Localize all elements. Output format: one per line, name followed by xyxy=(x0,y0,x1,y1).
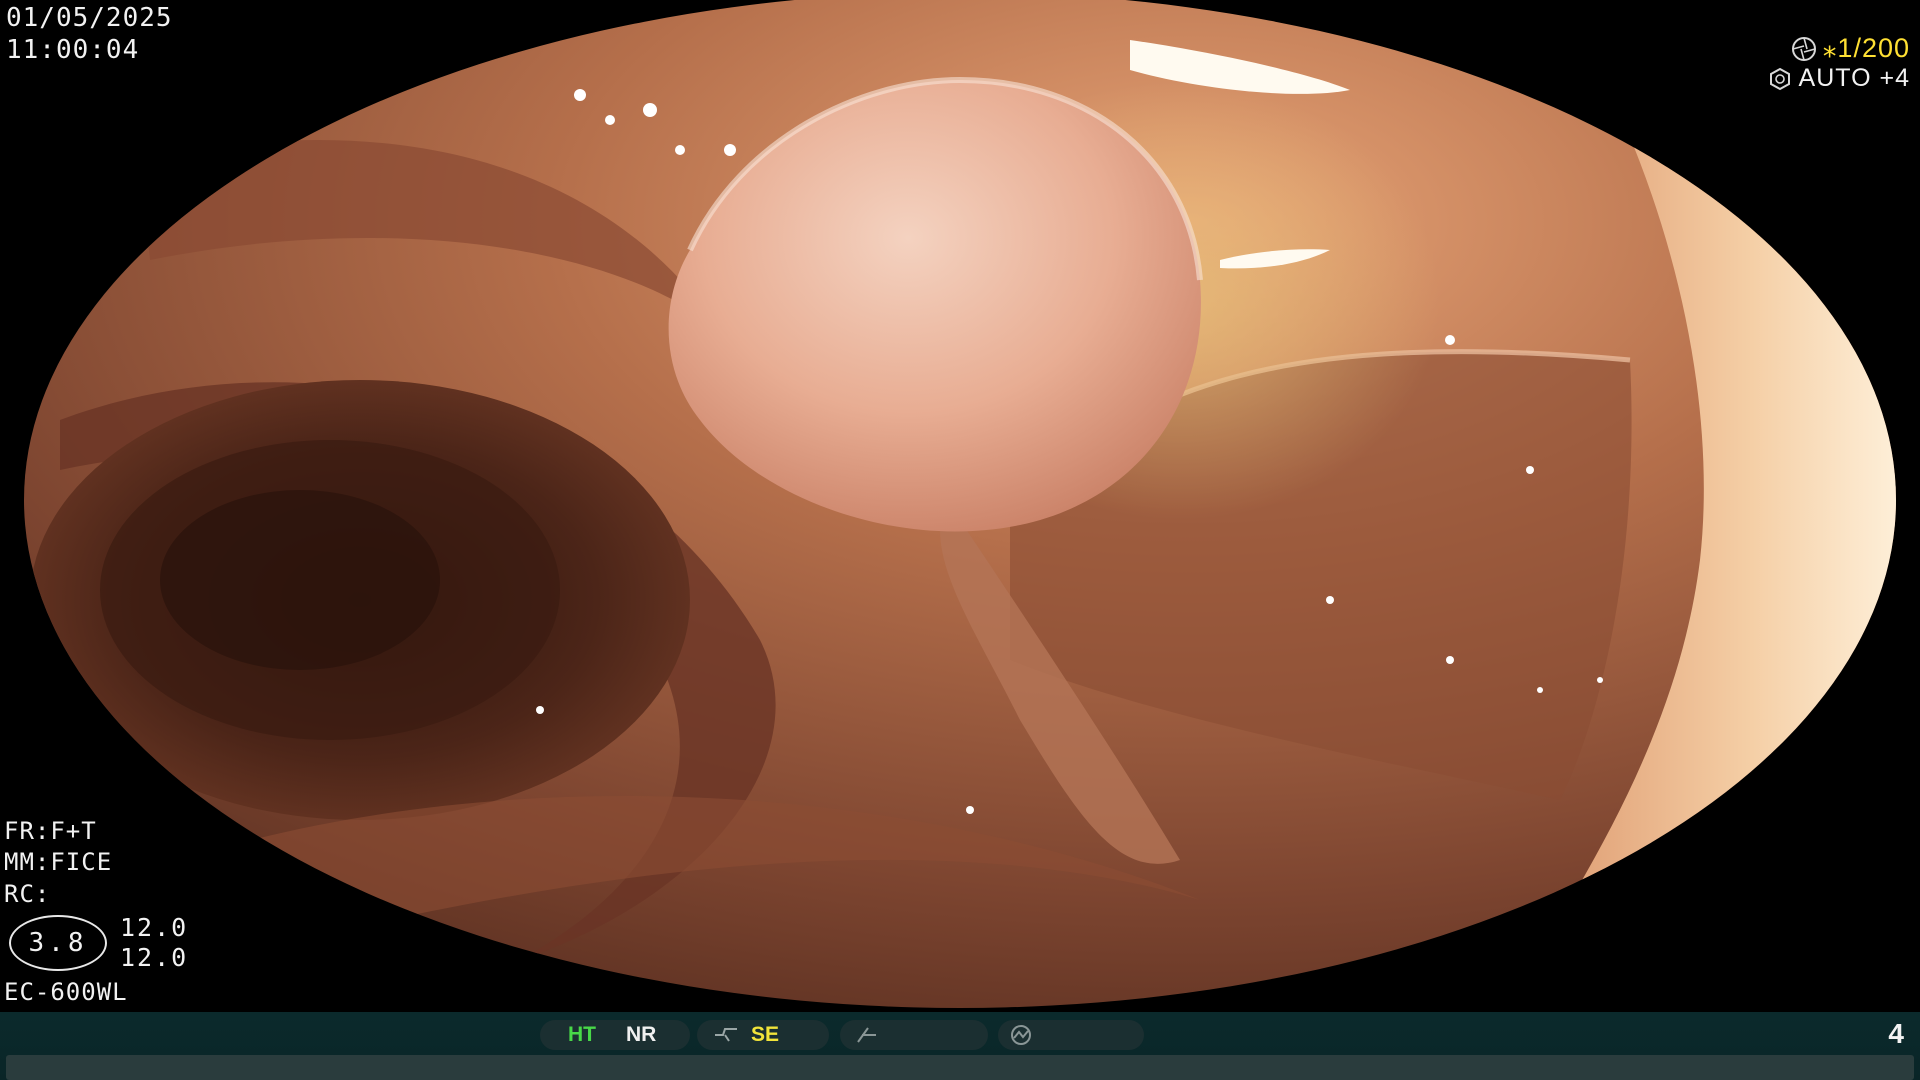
endoscopic-image xyxy=(24,0,1896,1008)
mode-icon xyxy=(1011,1025,1031,1045)
gain-upper-value: 12.0 xyxy=(120,913,189,942)
status-bar-track xyxy=(6,1055,1914,1080)
shutter-icon xyxy=(1791,36,1816,61)
color-enhance-icon xyxy=(857,1027,876,1043)
status-pill-se[interactable]: SE xyxy=(697,1020,829,1050)
se-indicator: SE xyxy=(751,1023,780,1046)
exam-date: 01/05/2025 xyxy=(6,3,173,33)
status-pill-mode[interactable] xyxy=(998,1020,1144,1050)
color-mode-label: MM:FICE xyxy=(4,848,113,876)
structure-enhance-icon xyxy=(715,1028,737,1042)
rc-label: RC: xyxy=(4,880,51,908)
exam-time: 11:00:04 xyxy=(6,35,140,65)
gain-lower-value: 12.0 xyxy=(120,943,189,972)
endoscope-screen: 01/05/2025 11:00:04 ⁎1/200 AUTO +4 FR:F+… xyxy=(0,0,1920,1080)
shutter-readout: ⁎1/200 xyxy=(1791,33,1910,64)
ht-indicator: HT xyxy=(568,1023,596,1046)
page-number: 4 xyxy=(1888,1018,1904,1049)
nr-indicator: NR xyxy=(626,1023,657,1046)
scope-model: EC-600WL xyxy=(4,978,128,1006)
status-pill-ht-nr[interactable]: HT NR xyxy=(540,1020,690,1050)
gain-oval: 3.8 xyxy=(9,915,107,971)
iris-readout: AUTO +4 xyxy=(1767,64,1910,93)
iris-icon xyxy=(1769,67,1790,90)
shutter-speed: ⁎1/200 xyxy=(1822,33,1910,63)
status-pill-color[interactable] xyxy=(840,1020,988,1050)
iris-mode: AUTO +4 xyxy=(1798,64,1910,92)
frame-mode-label: FR:F+T xyxy=(4,817,97,845)
